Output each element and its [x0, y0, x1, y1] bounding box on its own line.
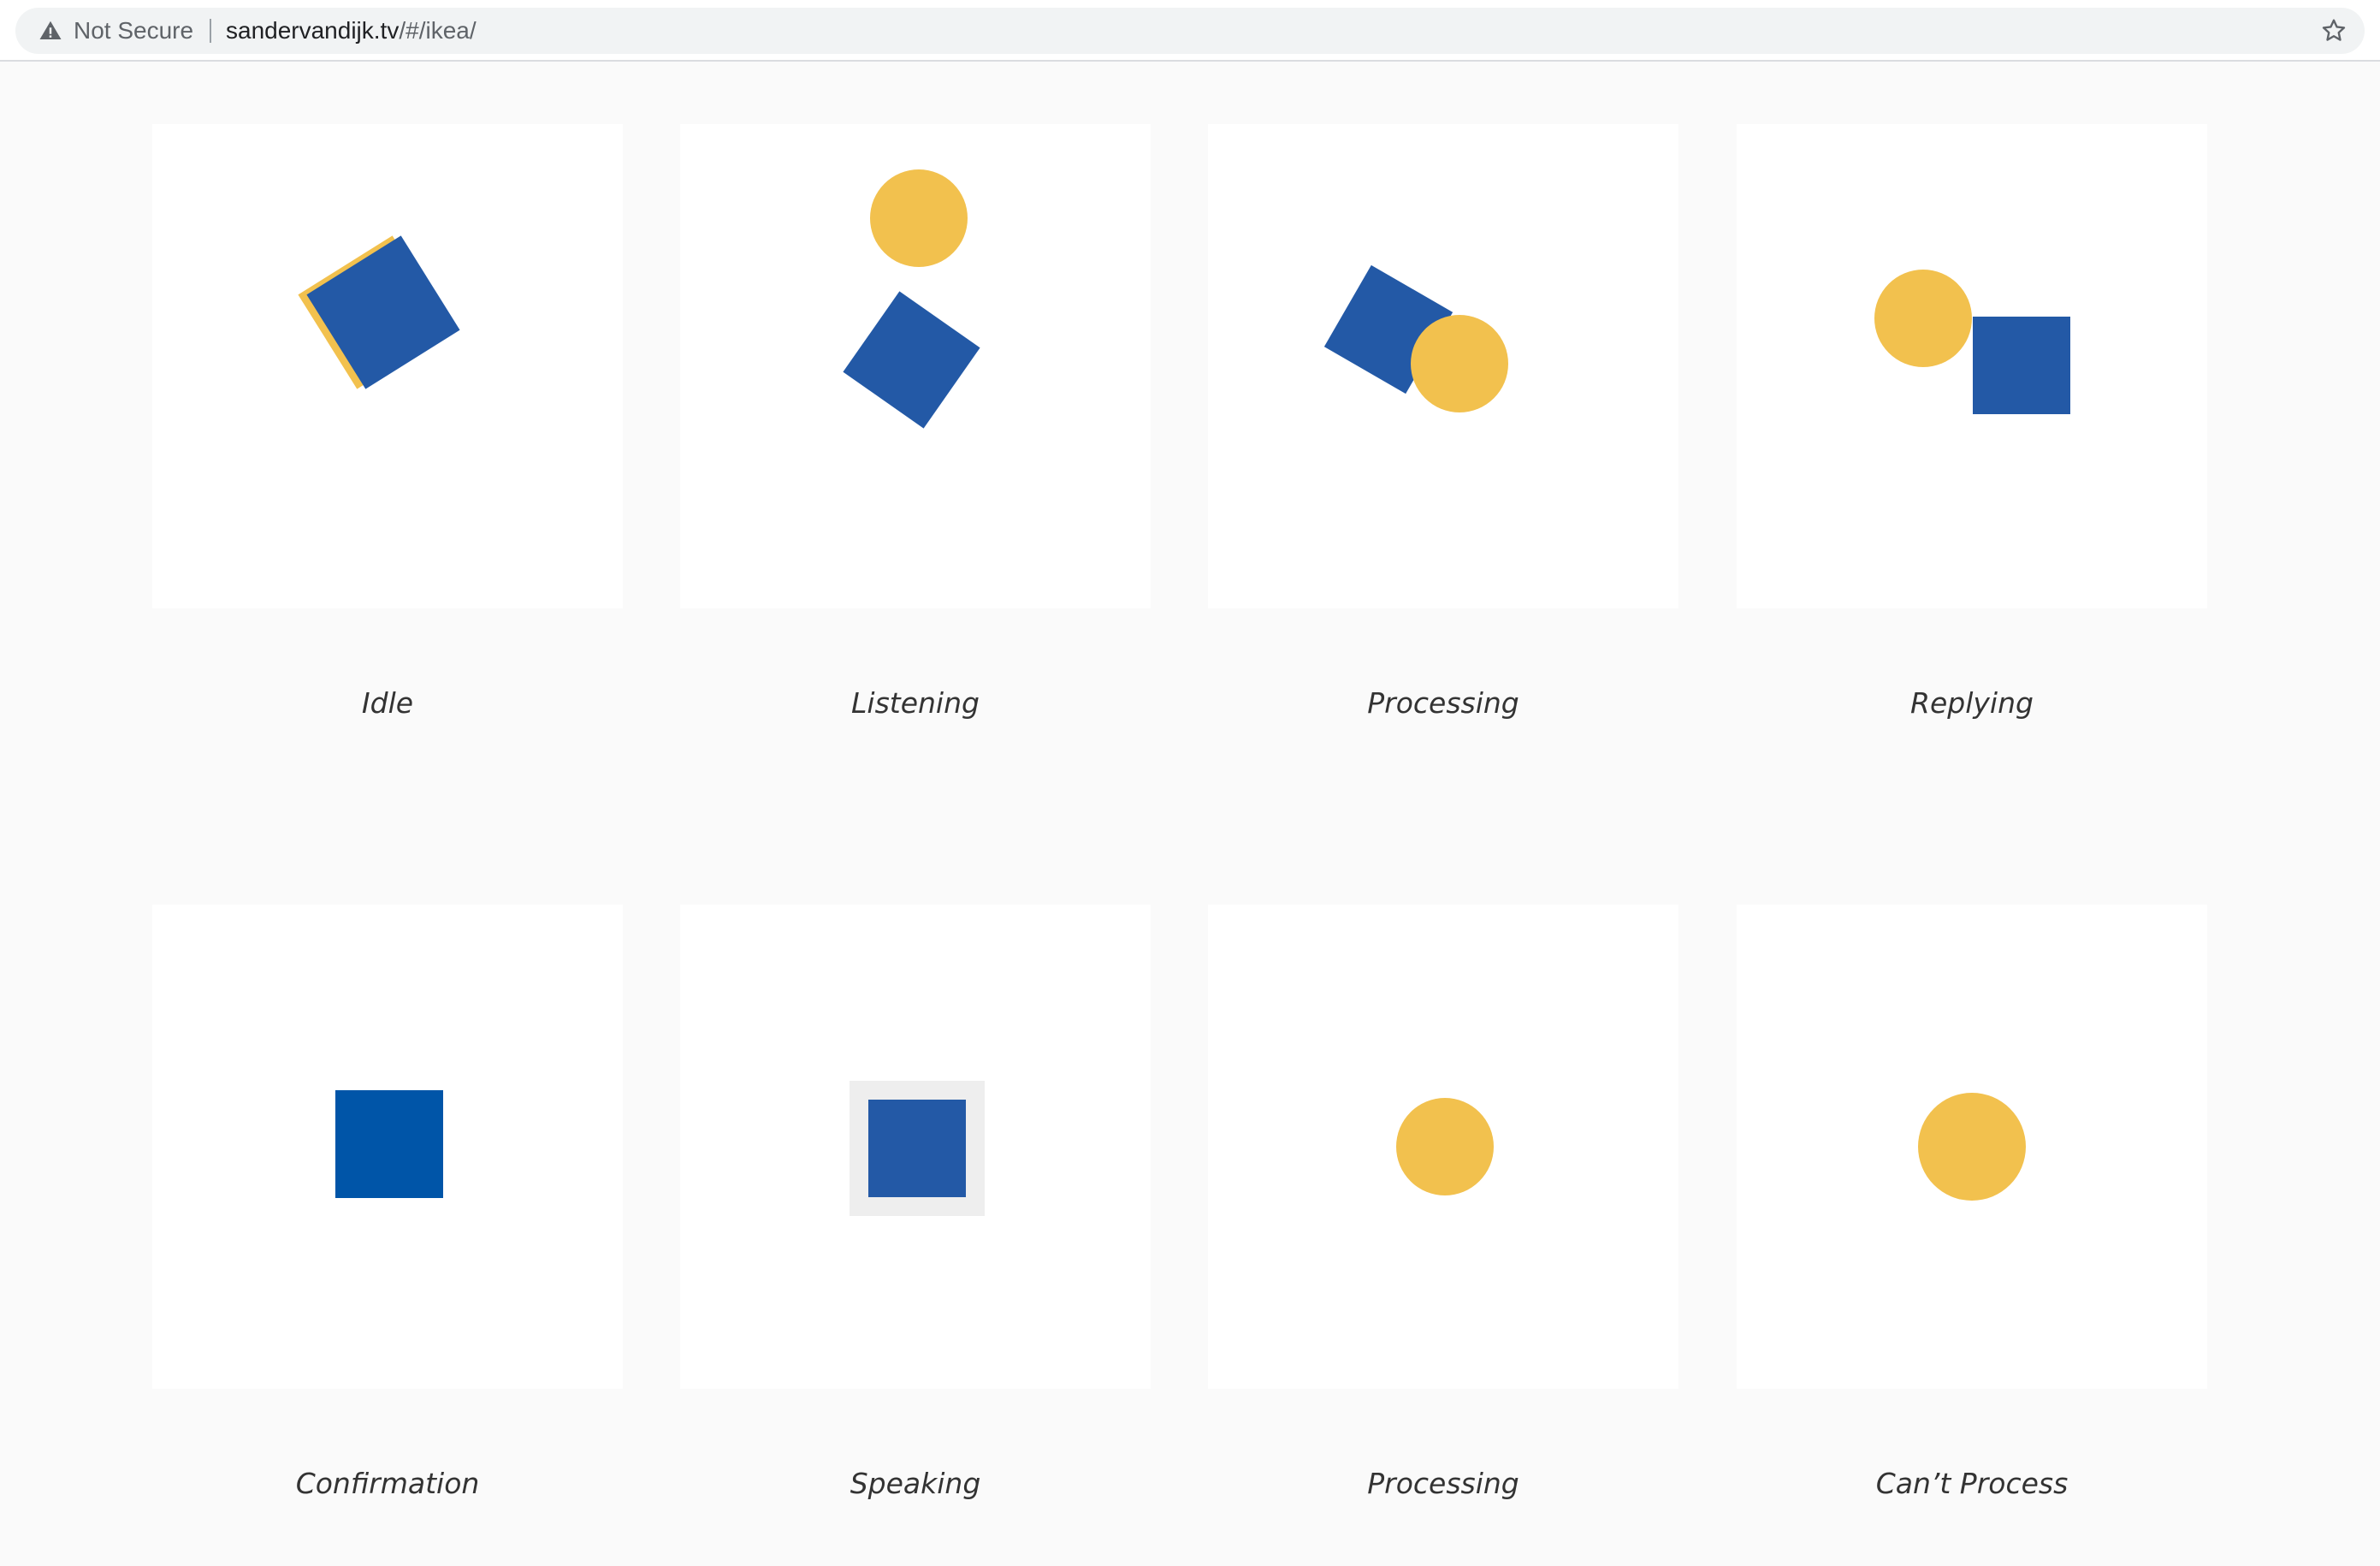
state-label-idle: Idle [361, 686, 414, 720]
confirmation-illustration [335, 1090, 443, 1198]
separator [210, 19, 211, 43]
cant-process-illustration [1918, 1093, 2026, 1201]
state-label-speaking: Speaking [850, 1467, 981, 1500]
state-card-idle [152, 124, 623, 608]
state-label-processing-2: Processing [1367, 1467, 1519, 1500]
yellow-circle [1918, 1093, 2026, 1201]
blue-square [868, 1100, 966, 1197]
blue-square [843, 291, 980, 429]
speaking-illustration [850, 1081, 985, 1216]
yellow-circle [1874, 270, 1972, 367]
state-label-cant-process: Can’t Process [1875, 1467, 2069, 1500]
star-icon[interactable] [2320, 17, 2347, 44]
state-label-processing: Processing [1367, 686, 1519, 720]
state-card-confirmation [152, 905, 623, 1389]
yellow-circle [1396, 1098, 1494, 1195]
state-card-listening [680, 124, 1151, 608]
blue-square [335, 1090, 443, 1198]
warning-triangle-icon[interactable] [38, 18, 63, 44]
state-label-confirmation: Confirmation [295, 1467, 480, 1500]
url-host: sandervandijk.tv [226, 17, 400, 44]
idle-illustration [298, 235, 460, 389]
address-bar[interactable]: Not Secure sandervandijk.tv/#/ikea/ [15, 8, 2365, 54]
browser-toolbar: Not Secure sandervandijk.tv/#/ikea/ [0, 0, 2380, 62]
yellow-circle [870, 169, 968, 267]
url-path: /#/ikea/ [399, 17, 477, 44]
state-card-cant-process [1737, 905, 2207, 1389]
processing-illustration [1323, 264, 1508, 412]
security-label[interactable]: Not Secure [74, 8, 193, 54]
state-label-listening: Listening [851, 686, 980, 720]
processing-2-illustration [1396, 1098, 1494, 1195]
url-text[interactable]: sandervandijk.tv/#/ikea/ [226, 8, 477, 54]
blue-square [1973, 317, 2070, 414]
state-card-replying [1737, 124, 2207, 608]
state-card-speaking [680, 905, 1151, 1389]
listening-illustration [843, 169, 980, 429]
state-card-processing-2 [1208, 905, 1678, 1389]
state-label-replying: Replying [1910, 686, 2034, 720]
blue-square [306, 235, 460, 389]
replying-illustration [1874, 270, 2070, 414]
yellow-circle [1411, 315, 1508, 412]
state-card-processing [1208, 124, 1678, 608]
